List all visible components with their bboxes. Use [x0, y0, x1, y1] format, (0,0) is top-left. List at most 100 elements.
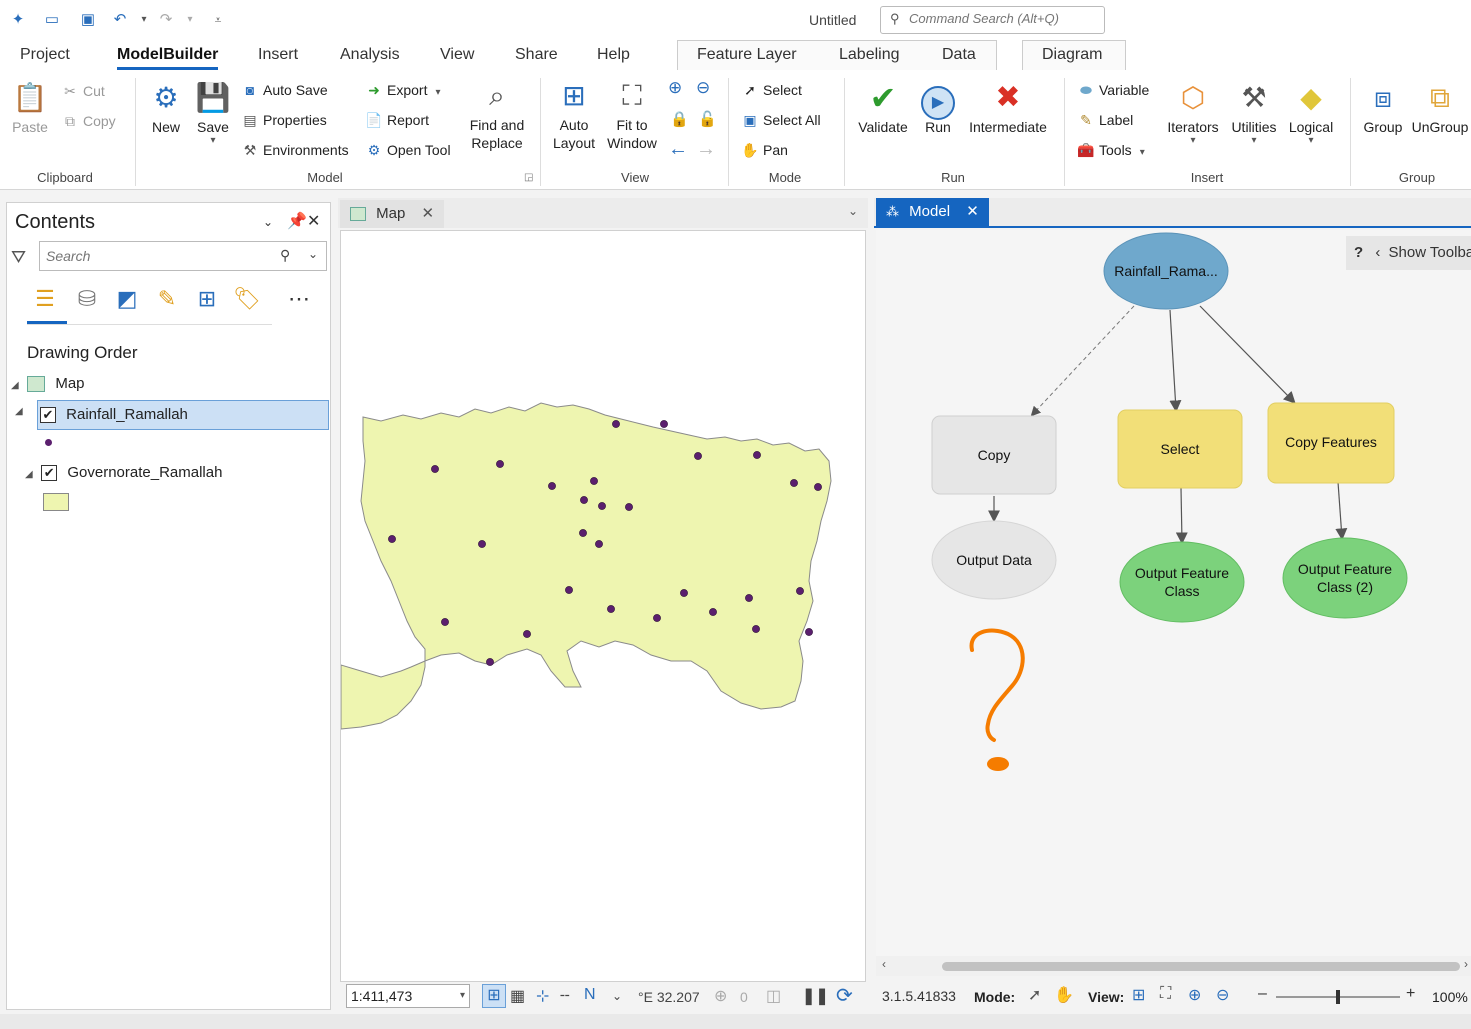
rainfall-station-point[interactable]: [565, 586, 573, 594]
fit-to-window-button[interactable]: ⛶ Fit to Window: [602, 78, 662, 152]
tools-dropdown-icon[interactable]: ▾: [1140, 147, 1145, 158]
tab-insert[interactable]: Insert: [258, 46, 298, 64]
selected-features-icon[interactable]: ⊕: [714, 986, 727, 1006]
tab-map[interactable]: Map ✕: [340, 200, 445, 228]
rainfall-station-point[interactable]: [580, 496, 588, 504]
scroll-right-icon[interactable]: ›: [1464, 957, 1468, 971]
zoom-out-icon[interactable]: ⊖: [1216, 985, 1229, 1005]
cut-button[interactable]: ✂ Cut: [60, 80, 105, 102]
rainfall-station-point[interactable]: [548, 482, 556, 490]
contents-search-input[interactable]: [46, 248, 266, 264]
close-icon[interactable]: ✕: [307, 211, 320, 231]
rainfall-station-point[interactable]: [805, 628, 813, 636]
zoom-increase-icon[interactable]: +: [1406, 985, 1415, 1003]
tab-share[interactable]: Share: [515, 46, 558, 64]
redo-dropdown-icon[interactable]: ▾: [180, 10, 200, 30]
status-dropdown-icon[interactable]: ⌄: [612, 989, 622, 1003]
rainfall-station-point[interactable]: [612, 420, 620, 428]
rainfall-station-point[interactable]: [694, 452, 702, 460]
open-tool-button[interactable]: ⚙ Open Tool: [364, 139, 451, 161]
model-canvas[interactable]: ? ‹ Show Toolbar Rainfall_Rama... Copy S…: [876, 230, 1471, 956]
ungroup-button[interactable]: ⧉ UnGroup: [1410, 80, 1470, 136]
scale-selector[interactable]: 1:411,473 ▾: [346, 984, 470, 1008]
rainfall-station-point[interactable]: [752, 625, 760, 633]
new-project-icon[interactable]: ✦: [8, 10, 28, 30]
rainfall-station-point[interactable]: [431, 465, 439, 473]
pin-icon[interactable]: 📌: [287, 211, 307, 231]
environments-button[interactable]: ⚒ Environments: [240, 139, 349, 161]
tree-map-node[interactable]: ◢ Map: [11, 371, 85, 397]
pan-hand-icon[interactable]: ✋: [1054, 985, 1074, 1005]
list-by-editing-icon[interactable]: ✎: [153, 285, 181, 313]
connector-input-to-copy-features[interactable]: [1199, 305, 1296, 404]
select-pointer-icon[interactable]: ➚: [1028, 985, 1041, 1005]
more-options-icon[interactable]: ⋯: [285, 285, 313, 313]
rainfall-station-point[interactable]: [660, 420, 668, 428]
polygon-symbol-icon[interactable]: [43, 493, 69, 511]
contents-search[interactable]: ⚲ ⌄: [39, 241, 327, 271]
select-mode-button[interactable]: ➚ Select: [740, 79, 802, 101]
connector-copy-features-to-output[interactable]: [1335, 481, 1348, 541]
copy-button[interactable]: ⧉ Copy: [60, 110, 116, 132]
undo-icon[interactable]: ↶: [110, 10, 130, 30]
customize-toolbar-icon[interactable]: ⩡: [208, 10, 228, 30]
help-icon[interactable]: ?: [1354, 244, 1363, 261]
export-dropdown-icon[interactable]: ▾: [435, 87, 440, 98]
command-search[interactable]: ⚲: [880, 6, 1105, 34]
find-replace-button[interactable]: ⌕ Find and Replace: [466, 78, 528, 152]
zoom-out-icon[interactable]: ⊖: [696, 78, 710, 98]
rainfall-station-point[interactable]: [486, 658, 494, 666]
collapse-triangle-icon[interactable]: ◢: [25, 462, 37, 488]
zoom-in-icon[interactable]: ⊕: [1188, 985, 1201, 1005]
tab-diagram[interactable]: Diagram: [1042, 46, 1102, 64]
connector-select-to-output[interactable]: [1175, 487, 1188, 545]
save-dropdown-icon[interactable]: ▾: [192, 136, 234, 146]
rainfall-station-point[interactable]: [653, 614, 661, 622]
auto-layout-button[interactable]: ⊞ Auto Layout: [550, 78, 598, 152]
tab-list-chevron-icon[interactable]: ⌄: [848, 204, 858, 218]
zoom-in-icon[interactable]: ⊕: [668, 78, 682, 98]
scroll-left-icon[interactable]: ‹: [882, 957, 886, 971]
rainfall-station-point[interactable]: [590, 477, 598, 485]
rainfall-station-point[interactable]: [796, 587, 804, 595]
map-canvas[interactable]: [340, 231, 867, 983]
rainfall-station-point[interactable]: [680, 589, 688, 597]
rainfall-station-point[interactable]: [478, 540, 486, 548]
lock-icon[interactable]: 🔒: [670, 110, 689, 128]
rainfall-station-point[interactable]: [607, 605, 615, 613]
rainfall-station-point[interactable]: [388, 535, 396, 543]
next-extent-icon[interactable]: →: [696, 138, 716, 161]
list-by-selection-icon[interactable]: ◩: [113, 285, 141, 313]
list-by-drawing-order-icon[interactable]: ☰: [31, 285, 59, 313]
run-button[interactable]: ▶ Run: [918, 80, 958, 136]
validate-button[interactable]: ✔ Validate: [852, 80, 914, 136]
auto-save-button[interactable]: ◙ Auto Save: [240, 79, 328, 101]
grid-icon[interactable]: ▦: [510, 986, 525, 1006]
iterators-button[interactable]: ⬡ Iterators ▾: [1162, 80, 1224, 146]
list-by-snapping-icon[interactable]: ⊞: [193, 285, 221, 313]
command-search-input[interactable]: [909, 11, 1099, 26]
node-output-feature-class[interactable]: [1119, 541, 1245, 623]
rainfall-station-point[interactable]: [709, 608, 717, 616]
connector-input-to-select[interactable]: [1169, 309, 1182, 413]
zoom-slider-thumb[interactable]: [1336, 990, 1340, 1004]
tab-view[interactable]: View: [440, 46, 474, 64]
unlock-icon[interactable]: 🔓: [698, 110, 717, 128]
layer-visibility-checkbox[interactable]: ✔: [41, 465, 58, 482]
connector-input-to-copy[interactable]: [1030, 305, 1135, 417]
model-dialog-launcher-icon[interactable]: ◲: [524, 172, 533, 183]
north-arrow-icon[interactable]: N: [584, 986, 596, 1004]
pan-mode-button[interactable]: ✋ Pan: [740, 139, 788, 161]
report-button[interactable]: 📄 Report: [364, 109, 429, 131]
select-all-button[interactable]: ▣ Select All: [740, 109, 820, 131]
rainfall-station-point[interactable]: [625, 503, 633, 511]
show-toolbar-button[interactable]: ? ‹ Show Toolbar: [1346, 236, 1471, 270]
properties-button[interactable]: ▤ Properties: [240, 109, 326, 131]
utilities-button[interactable]: ⚒ Utilities ▾: [1226, 80, 1282, 146]
model-horizontal-scrollbar[interactable]: ‹ ›: [876, 956, 1471, 976]
rainfall-station-point[interactable]: [441, 618, 449, 626]
scale-dropdown-icon[interactable]: ▾: [460, 985, 465, 1007]
refresh-icon[interactable]: ⟳: [836, 983, 853, 1008]
tab-analysis[interactable]: Analysis: [340, 46, 400, 64]
rainfall-station-point[interactable]: [496, 460, 504, 468]
